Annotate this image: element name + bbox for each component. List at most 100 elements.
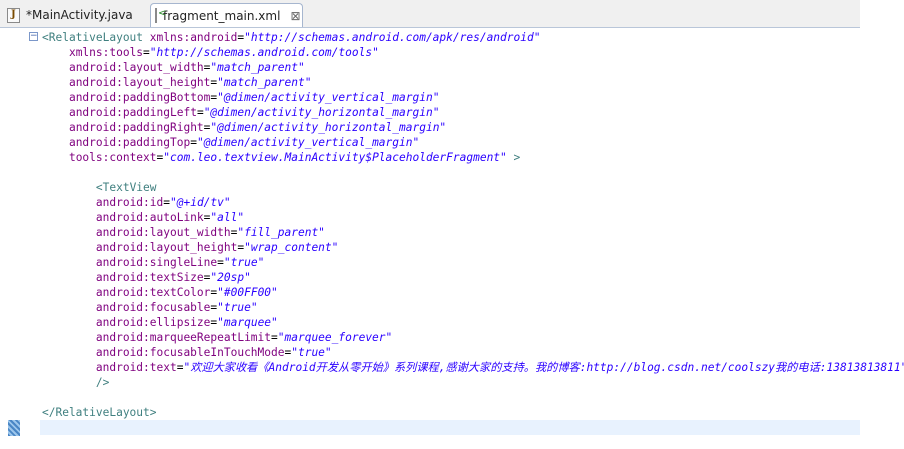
code-token: android:layout_width: [95, 226, 231, 239]
code-text[interactable]: <RelativeLayout xmlns:android="http://sc…: [42, 30, 904, 435]
code-line: android:marqueeRepeatLimit="marquee_fore…: [42, 330, 904, 345]
code-line: android:paddingBottom="@dimen/activity_v…: [42, 90, 904, 105]
editor-gutter: [0, 28, 20, 449]
code-token: android:textColor: [95, 286, 211, 299]
code-token: "wrap_content": [244, 241, 339, 254]
code-token: <RelativeLayout: [42, 31, 150, 44]
close-tab-icon[interactable]: ⊠: [290, 9, 300, 23]
code-line: android:paddingTop="@dimen/activity_vert…: [42, 135, 904, 150]
code-token: "@dimen/activity_horizontal_margin": [210, 121, 447, 134]
code-token: "match_parent": [217, 76, 312, 89]
code-token: "@dimen/activity_horizontal_margin": [203, 106, 440, 119]
code-token: "@+id/tv": [170, 196, 231, 209]
code-token: "marquee": [217, 316, 278, 329]
editor-tab-bar: *MainActivity.java fragment_main.xml ⊠: [0, 0, 860, 28]
code-line: android:ellipsize="marquee": [42, 315, 904, 330]
code-token: android:marqueeRepeatLimit: [95, 331, 272, 344]
code-token: "all": [210, 211, 245, 224]
tab-main-activity-java[interactable]: *MainActivity.java: [3, 3, 147, 27]
code-line: android:layout_height="match_parent": [42, 75, 904, 90]
code-token: </RelativeLayout>: [42, 406, 157, 419]
code-line: android:autoLink="all": [42, 210, 904, 225]
code-line: android:focusableInTouchMode="true": [42, 345, 904, 360]
code-token: "true": [223, 256, 265, 269]
code-token: android:autoLink: [95, 211, 204, 224]
code-line: android:singleLine="true": [42, 255, 904, 270]
code-token: android:layout_width: [68, 61, 204, 74]
tab-fragment-main-xml[interactable]: fragment_main.xml ⊠: [150, 3, 303, 27]
code-line: android:text="欢迎大家收看《Android开发从零开始》系列课程,…: [42, 360, 904, 375]
code-token: "http://schemas.android.com/apk/res/andr…: [244, 31, 541, 44]
code-token: "#00FF00": [217, 286, 278, 299]
tab-label: fragment_main.xml: [163, 8, 281, 23]
code-line: />: [42, 375, 904, 390]
code-line: android:layout_width="match_parent": [42, 60, 904, 75]
code-token: xmlns:android: [149, 31, 238, 44]
xml-source-editor[interactable]: − <RelativeLayout xmlns:android="http://…: [0, 28, 904, 449]
code-token: android:focusable: [95, 301, 211, 314]
xml-file-icon: [155, 8, 166, 23]
java-file-icon: [7, 7, 20, 23]
code-token: =: [217, 256, 224, 269]
code-token: =: [271, 331, 278, 344]
code-token: >: [506, 151, 521, 164]
code-line: </RelativeLayout>: [42, 405, 904, 420]
code-token: android:focusableInTouchMode: [95, 346, 285, 359]
code-token: android:paddingBottom: [68, 91, 211, 104]
code-token: tools:context: [68, 151, 157, 164]
code-token: android:text: [95, 361, 177, 374]
code-token: "com.leo.textview.MainActivity$Placehold…: [163, 151, 507, 164]
fold-collapse-icon[interactable]: −: [29, 32, 38, 41]
code-token: "http://schemas.android.com/tools": [149, 46, 379, 59]
code-token: "欢迎大家收看《Android开发从零开始》系列课程,感谢大家的支持。我的博客:…: [183, 361, 904, 374]
code-token: android:paddingTop: [68, 136, 191, 149]
current-line-marker-icon: [8, 420, 20, 436]
code-line: android:focusable="true": [42, 300, 904, 315]
code-line: android:paddingRight="@dimen/activity_ho…: [42, 120, 904, 135]
code-token: android:paddingRight: [68, 121, 204, 134]
code-token: android:singleLine: [95, 256, 218, 269]
code-line: tools:context="com.leo.textview.MainActi…: [42, 150, 904, 165]
code-token: =: [190, 136, 197, 149]
code-line: android:textColor="#00FF00": [42, 285, 904, 300]
code-token: "marquee_forever": [277, 331, 393, 344]
tab-label: *MainActivity.java: [26, 8, 133, 22]
code-token: =: [143, 46, 150, 59]
code-token: "true": [291, 346, 332, 359]
code-token: =: [163, 196, 170, 209]
code-line: android:id="@+id/tv": [42, 195, 904, 210]
code-line: android:paddingLeft="@dimen/activity_hor…: [42, 105, 904, 120]
code-token: android:layout_height: [68, 76, 211, 89]
code-token: />: [95, 376, 110, 389]
code-token: android:id: [95, 196, 164, 209]
code-token: =: [196, 106, 204, 119]
code-line: xmlns:tools="http://schemas.android.com/…: [42, 45, 904, 60]
code-token: "fill_parent": [237, 226, 325, 239]
code-token: android:layout_height: [95, 241, 238, 254]
code-token: xmlns:tools: [68, 46, 144, 59]
code-token: android:paddingLeft: [68, 106, 197, 119]
code-token: "20sp": [210, 271, 251, 284]
